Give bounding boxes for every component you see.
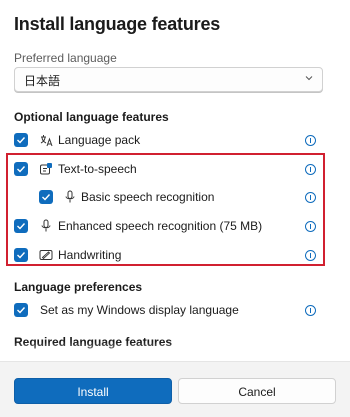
info-icon[interactable] [305, 305, 316, 316]
display-language-checkbox[interactable] [14, 303, 28, 317]
optional-features-heading: Optional language features [14, 110, 169, 124]
cancel-button[interactable]: Cancel [178, 378, 336, 404]
install-button[interactable]: Install [14, 378, 172, 404]
language-preferences-heading: Language preferences [14, 280, 143, 294]
preferred-language-dropdown[interactable]: 日本語 [14, 67, 323, 92]
preference-row-display-language: Set as my Windows display language [0, 298, 350, 322]
info-icon[interactable] [305, 135, 316, 146]
language-pack-icon [40, 135, 53, 147]
feature-row-language-pack: Language pack [0, 128, 350, 152]
dialog-title: Install language features [14, 14, 221, 34]
preferred-language-label: Preferred language [14, 51, 117, 65]
language-pack-checkbox[interactable] [14, 133, 28, 147]
highlight-box [6, 153, 325, 266]
scroll-fade [0, 342, 350, 360]
chevron-down-icon [305, 76, 313, 81]
display-language-label: Set as my Windows display language [40, 303, 239, 317]
preferred-language-value: 日本語 [24, 74, 61, 88]
dialog-footer: Install Cancel [0, 361, 350, 417]
dialog-content: Install language features Preferred lang… [0, 0, 350, 360]
language-pack-label: Language pack [58, 133, 141, 147]
